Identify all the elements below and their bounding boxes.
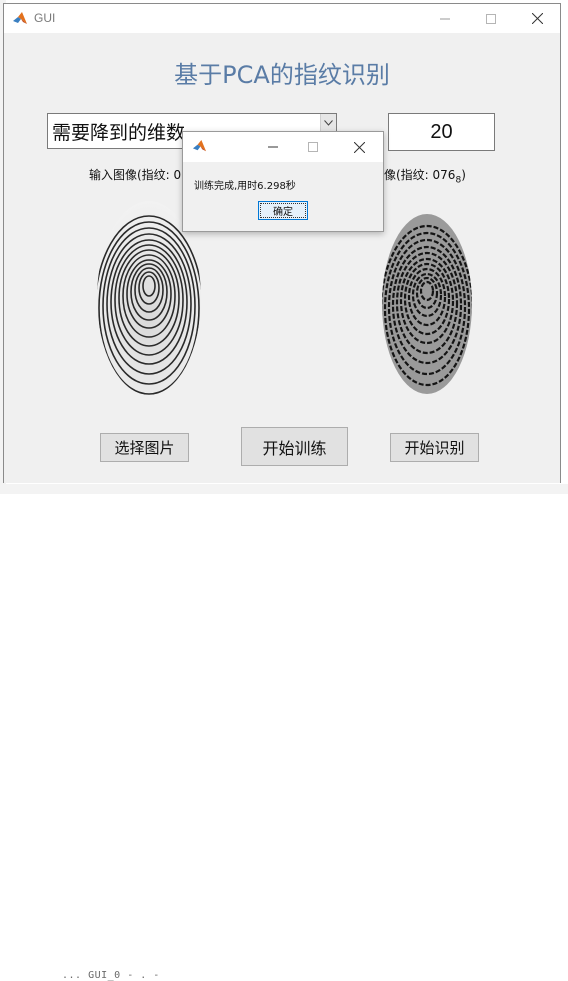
background-code-text: ... GUI_0 - . - [62,970,160,981]
close-icon [531,13,543,24]
gui-window: GUI 基于PCA的指纹识别 需要降到的维数 20 输入图像(指纹: 0 图图像… [3,3,561,483]
window-titlebar[interactable]: GUI [4,4,560,33]
minimize-icon [440,18,450,19]
close-icon [353,141,365,153]
select-image-button[interactable]: 选择图片 [100,433,189,462]
window-client-area: 基于PCA的指纹识别 需要降到的维数 20 输入图像(指纹: 0 图图像(指纹:… [4,33,560,483]
dimension-input[interactable]: 20 [388,113,495,151]
dialog-minimize-button[interactable] [251,132,295,162]
start-recognition-button[interactable]: 开始识别 [390,433,479,462]
dialog-message: 训练完成,用时6.298秒 [194,181,296,192]
input-image-caption: 输入图像(指纹: 0 [89,168,182,182]
training-complete-dialog: 训练完成,用时6.298秒 确定 [182,131,384,232]
window-title: GUI [34,11,56,25]
matlab-icon [192,139,207,152]
maximize-icon [486,13,496,24]
matlab-icon [13,12,27,24]
matched-fingerprint-image [382,214,472,394]
chevron-down-icon [324,120,333,126]
maximize-button[interactable] [468,4,514,33]
close-button[interactable] [514,4,560,33]
background-window-bottom: ... GUI_0 - . - [0,484,568,981]
dimension-dropdown-value: 需要降到的维数 [52,122,186,144]
maximize-icon [308,142,318,152]
start-training-button[interactable]: 开始训练 [241,427,348,466]
page-title: 基于PCA的指纹识别 [174,61,390,89]
ok-button[interactable]: 确定 [258,201,308,220]
minimize-button[interactable] [422,4,468,33]
result-caption-suffix: ) [461,168,466,182]
dialog-titlebar[interactable] [183,132,383,162]
minimize-icon [268,146,278,148]
dialog-close-button[interactable] [337,132,381,162]
dialog-maximize-button[interactable] [291,132,335,162]
